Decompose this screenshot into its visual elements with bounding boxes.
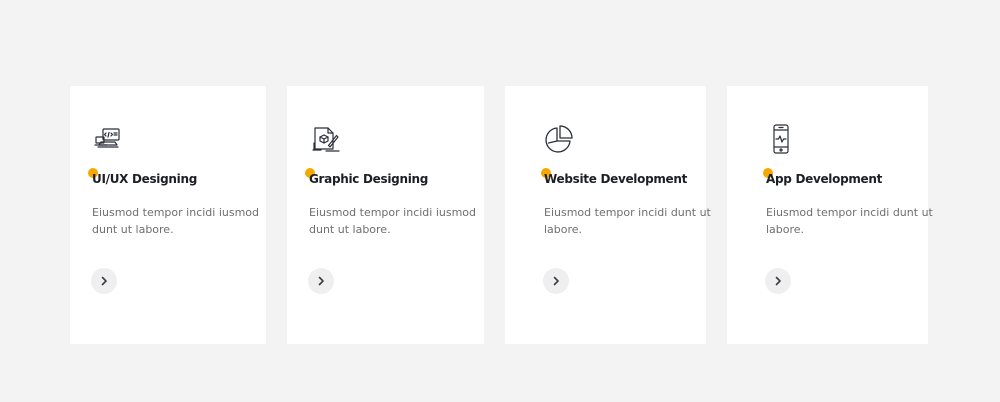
chevron-right-icon bbox=[101, 276, 107, 286]
service-title: UI/UX Designing bbox=[92, 172, 198, 186]
service-description: Eiusmod tempor incidi iusmod dunt ut lab… bbox=[309, 206, 477, 236]
read-more-button[interactable] bbox=[91, 268, 117, 294]
read-more-button[interactable] bbox=[765, 268, 791, 294]
smartphone-heartbeat-icon bbox=[765, 123, 797, 155]
pie-chart-icon bbox=[543, 123, 575, 155]
service-title: Website Development bbox=[544, 172, 688, 186]
read-more-button[interactable] bbox=[308, 268, 334, 294]
service-description: Eiusmod tempor incidi dunt ut labore. bbox=[766, 206, 933, 236]
service-card-graphic: Graphic Designing Eiusmod tempor incidi … bbox=[287, 86, 484, 344]
design-tools-icon bbox=[309, 123, 341, 155]
chevron-right-icon bbox=[553, 276, 559, 286]
chevron-right-icon bbox=[318, 276, 324, 286]
service-description: Eiusmod tempor incidi iusmod dunt ut lab… bbox=[92, 206, 260, 236]
laptop-code-icon bbox=[92, 123, 124, 155]
service-card-app: App Development Eiusmod tempor incidi du… bbox=[727, 86, 933, 344]
service-card-website: Website Development Eiusmod tempor incid… bbox=[505, 86, 711, 344]
service-description: Eiusmod tempor incidi dunt ut labore. bbox=[544, 206, 711, 236]
read-more-button[interactable] bbox=[543, 268, 569, 294]
service-title: Graphic Designing bbox=[309, 172, 429, 186]
chevron-right-icon bbox=[775, 276, 781, 286]
service-card-ui-ux: UI/UX Designing Eiusmod tempor incidi iu… bbox=[70, 86, 266, 344]
service-title: App Development bbox=[766, 172, 883, 186]
